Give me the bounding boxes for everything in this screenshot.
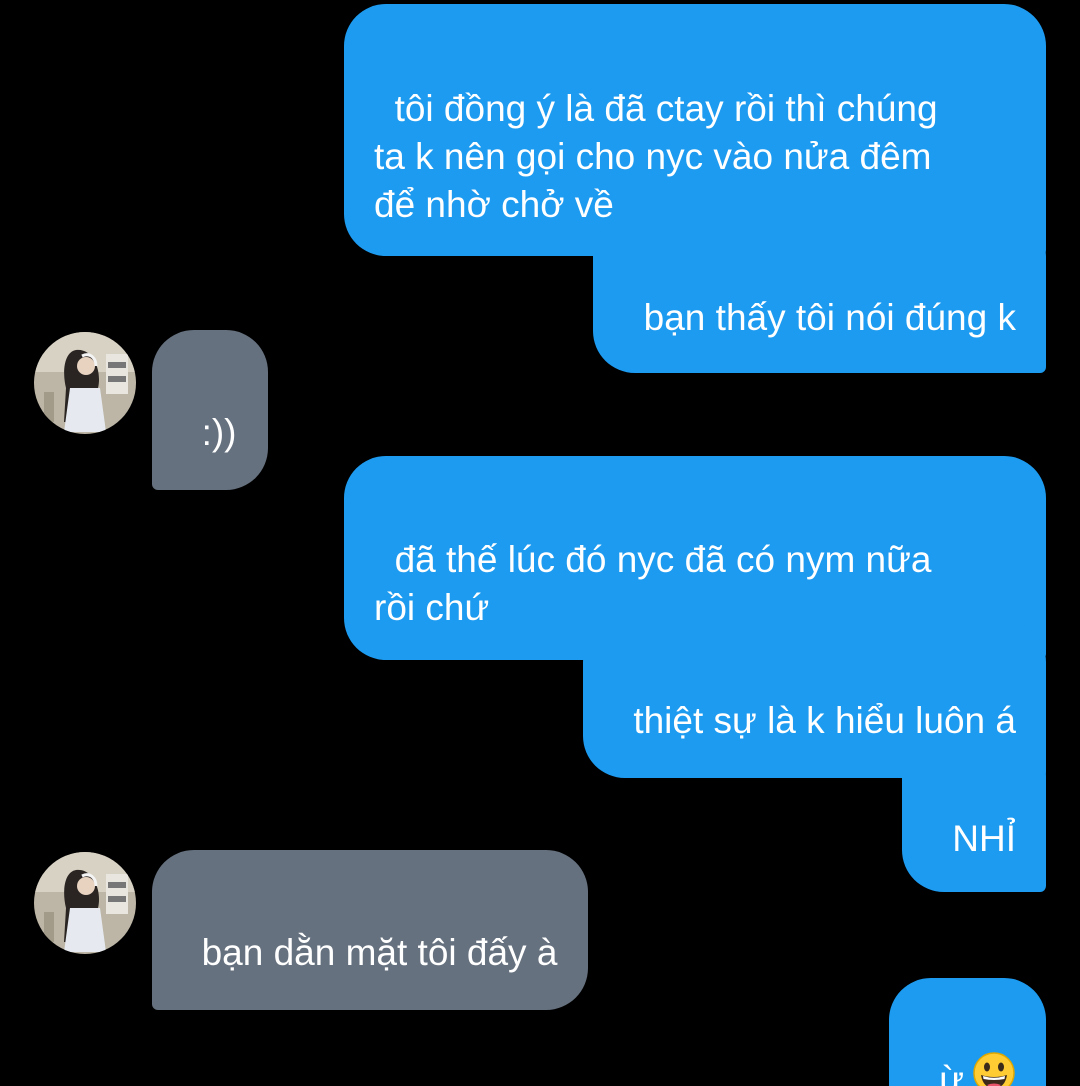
message-bubble-incoming[interactable]: bạn dằn mặt tôi đấy à [152, 850, 589, 1010]
message-text: bạn dằn mặt tôi đấy à [201, 932, 558, 973]
grinning-face-emoji-icon [972, 1051, 1016, 1086]
contact-avatar[interactable] [34, 852, 136, 954]
message-bubble-outgoing[interactable]: ừ [888, 978, 1046, 1086]
message-text: NHỈ [952, 818, 1016, 859]
message-text: tôi đồng ý là đã ctay rồi thì chúng ta k… [374, 88, 938, 225]
avatar-photo-icon [34, 332, 136, 434]
contact-avatar[interactable] [34, 332, 136, 434]
message-text: :)) [201, 412, 237, 453]
message-text: đã thế lúc đó nyc đã có nym nữa rồi chứ [374, 539, 932, 628]
avatar-photo-icon [34, 852, 136, 954]
message-text: ừ [939, 1059, 964, 1086]
message-bubble-outgoing[interactable]: NHỈ [901, 734, 1046, 892]
message-text: bạn thấy tôi nói đúng k [643, 297, 1016, 338]
message-bubble-outgoing[interactable]: bạn thấy tôi nói đúng k [593, 215, 1046, 373]
message-bubble-incoming[interactable]: :)) [152, 330, 268, 490]
